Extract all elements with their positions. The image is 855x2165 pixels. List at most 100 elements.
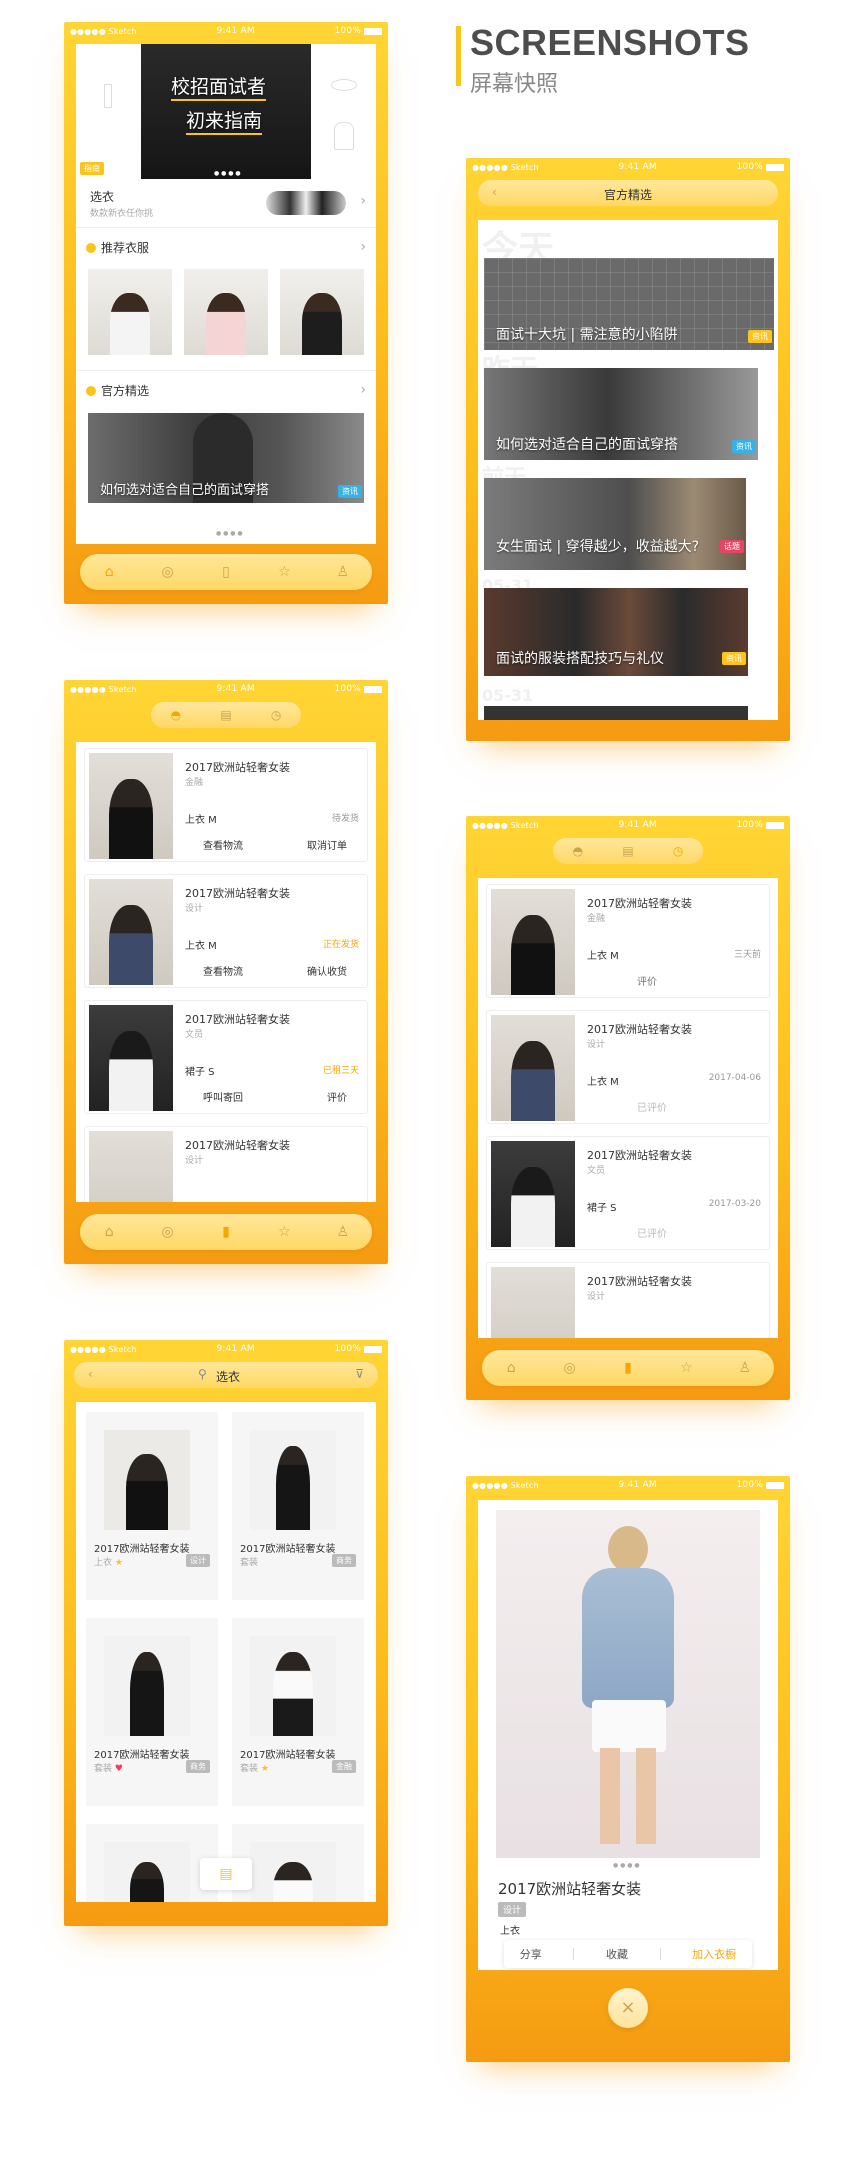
official-title: 官方精选 (101, 383, 150, 398)
recommend-item-2[interactable] (184, 269, 268, 355)
order-item[interactable]: 2017欧洲站轻奢女装 文员 裙子 S 已租三天 呼叫寄回 评价 (84, 1000, 368, 1114)
pick-thumbnails (266, 191, 346, 215)
back-icon[interactable]: ‹ (88, 1367, 93, 1381)
product-photo (104, 1636, 190, 1736)
status-bar: ●●●●● Sketch 9:41 AM 100% (466, 158, 790, 176)
order-item[interactable]: 2017欧洲站轻奢女装 设计 上衣 M 正在发货 查看物流 确认收货 (84, 874, 368, 988)
track-button[interactable]: 查看物流 (203, 837, 243, 852)
close-button[interactable]: × (608, 1988, 648, 2028)
product-photo (491, 1015, 575, 1121)
history-icon[interactable]: ◷ (673, 844, 683, 858)
product-category: 金融 (185, 778, 204, 788)
history-item[interactable]: 2017欧洲站轻奢女装 金融 上衣 M 三天前 评价 (486, 884, 770, 998)
recommend-header[interactable]: 推荐衣服 › (76, 230, 376, 264)
book-icon[interactable]: ▮ (619, 1359, 637, 1377)
battery-icon (766, 821, 784, 829)
phone-orders: ●●●●● Sketch 9:41 AM 100% ◓ ▤ ◷ 2017欧洲站轻… (64, 680, 388, 1264)
user-icon[interactable]: ♙ (334, 1223, 352, 1241)
history-item[interactable]: 2017欧洲站轻奢女装 设计 (486, 1262, 770, 1338)
product-detail-card: ● ● ● ● 2017欧洲站轻奢女装 设计 上衣 分享 收藏 加入衣橱 (478, 1500, 778, 1970)
status-bar: ●●●●● Sketch 9:41 AM 100% (64, 1340, 388, 1358)
product-card[interactable]: 2017欧洲站轻奢女装 套装 ★ 金融 (232, 1618, 364, 1806)
phone-detail: ●●●●● Sketch 9:41 AM 100% ● ● ● ● 2017欧洲… (466, 1476, 790, 2062)
product-size: 上衣 M (185, 941, 217, 952)
track-button[interactable]: 查看物流 (203, 963, 243, 978)
battery-text: 100% (736, 162, 763, 172)
official-article[interactable]: 如何选对适合自己的面试穿搭 资讯 (88, 413, 364, 503)
share-button[interactable]: 分享 (520, 1946, 542, 1962)
battery-icon (364, 685, 382, 693)
product-category: 设计 (587, 1040, 606, 1050)
article-card-partial[interactable] (484, 706, 748, 720)
product-category: 文员 (185, 1030, 204, 1040)
filter-icon[interactable]: ⊽ (355, 1367, 364, 1381)
guide-banner[interactable]: 校招面试者 初来指南 指南 ● ● ● ● (76, 44, 376, 179)
product-card[interactable]: 2017欧洲站轻奢女装 套装 ♥ 商务 (86, 1618, 218, 1806)
product-photo (89, 1131, 173, 1202)
compass-icon[interactable]: ◎ (159, 563, 177, 581)
star-icon[interactable]: ☆ (677, 1359, 695, 1377)
document-icon[interactable]: ▤ (622, 844, 633, 858)
article-title: 如何选对适合自己的面试穿搭 (496, 437, 678, 453)
recommend-item-1[interactable] (88, 269, 172, 355)
handshake-icon[interactable]: ◓ (171, 708, 181, 722)
model-head (608, 1526, 648, 1572)
return-button[interactable]: 呼叫寄回 (203, 1089, 243, 1104)
article-card[interactable]: 如何选对适合自己的面试穿搭 资讯 (484, 368, 758, 460)
reviewed-label: 已评价 (637, 1103, 667, 1114)
compass-icon[interactable]: ◎ (159, 1223, 177, 1241)
review-button[interactable]: 评价 (327, 1089, 347, 1104)
article-card[interactable]: 面试的服装搭配技巧与礼仪 资讯 (484, 588, 748, 676)
article-card[interactable]: 女生面试 | 穿得越少，收益越大? 话题 (484, 478, 746, 570)
product-photo (89, 879, 173, 985)
banner-line2: 初来指南 (186, 106, 263, 135)
star-icon[interactable]: ☆ (275, 563, 293, 581)
product-card[interactable] (86, 1824, 218, 1902)
order-item[interactable]: 2017欧洲站轻奢女装 设计 (84, 1126, 368, 1202)
document-icon[interactable]: ▤ (220, 708, 231, 722)
product-card[interactable]: 2017欧洲站轻奢女装 上衣 ★ 设计 (86, 1412, 218, 1600)
hanger-icon (86, 242, 96, 253)
order-item[interactable]: 2017欧洲站轻奢女装 金融 上衣 M 待发货 查看物流 取消订单 (84, 748, 368, 862)
book-icon[interactable]: ▯ (217, 563, 235, 581)
product-photo (250, 1636, 336, 1736)
home-icon[interactable]: ⌂ (100, 563, 118, 581)
search-bar[interactable]: ‹ ⚲ 选衣 ⊽ (74, 1362, 378, 1388)
history-item[interactable]: 2017欧洲站轻奢女装 文员 裙子 S 2017-03-20 已评价 (486, 1136, 770, 1250)
product-name: 2017欧洲站轻奢女装 (587, 897, 692, 910)
user-icon[interactable]: ♙ (736, 1359, 754, 1377)
star-icon[interactable]: ☆ (275, 1223, 293, 1241)
confirm-receipt-button[interactable]: 确认收货 (307, 963, 347, 978)
banner-page-dots: ● ● ● ● (214, 170, 241, 177)
official-list: 今天 昨天 前天 05-31 05-31 面试十大坑 | 需注意的小陷阱 资讯 … (478, 220, 778, 720)
official-header[interactable]: 官方精选 › (76, 373, 376, 407)
home-icon[interactable]: ⌂ (502, 1359, 520, 1377)
chevron-right-icon: › (360, 239, 366, 255)
recommend-item-3[interactable] (280, 269, 364, 355)
user-icon[interactable]: ♙ (334, 563, 352, 581)
tie-icon (104, 84, 112, 108)
home-icon[interactable]: ⌂ (100, 1223, 118, 1241)
add-to-wardrobe-button[interactable]: 加入衣橱 (692, 1946, 736, 1962)
cancel-order-button[interactable]: 取消订单 (307, 837, 347, 852)
book-icon[interactable]: ▮ (217, 1223, 235, 1241)
search-input[interactable]: 选衣 (216, 1368, 240, 1385)
product-tag: 商务 (186, 1760, 210, 1773)
action-bar: 分享 收藏 加入衣橱 (504, 1940, 752, 1968)
pick-row[interactable]: 选衣 数款新衣任你挑 › (76, 179, 376, 227)
time: 9:41 AM (216, 1344, 255, 1354)
product-hero-photo[interactable] (496, 1510, 760, 1858)
pick-subtitle: 数款新衣任你挑 (90, 209, 154, 219)
compass-icon[interactable]: ◎ (561, 1359, 579, 1377)
catalog-grid: 2017欧洲站轻奢女装 上衣 ★ 设计 2017欧洲站轻奢女装 套装 商务 20… (76, 1402, 376, 1902)
chevron-right-icon: › (360, 193, 366, 209)
product-card[interactable]: 2017欧洲站轻奢女装 套装 商务 (232, 1412, 364, 1600)
review-button[interactable]: 评价 (637, 973, 657, 988)
history-item[interactable]: 2017欧洲站轻奢女装 设计 上衣 M 2017-04-06 已评价 (486, 1010, 770, 1124)
history-icon[interactable]: ◷ (271, 708, 281, 722)
handshake-icon[interactable]: ◓ (573, 844, 583, 858)
wardrobe-float-button[interactable]: ▤ (200, 1858, 252, 1890)
product-category: 金融 (587, 914, 606, 924)
article-card[interactable]: 面试十大坑 | 需注意的小陷阱 资讯 (484, 258, 774, 350)
collect-button[interactable]: 收藏 (606, 1946, 628, 1962)
